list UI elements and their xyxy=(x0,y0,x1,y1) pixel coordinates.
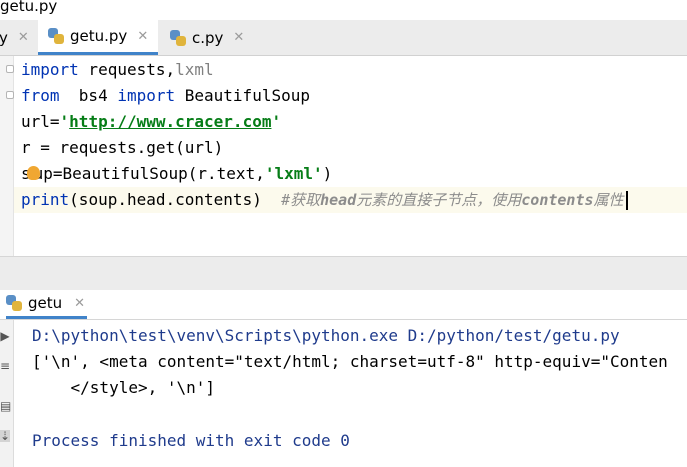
editor-tab-bar: y ✕ getu.py ✕ c.py ✕ xyxy=(0,20,687,56)
scroll-to-end-icon[interactable]: ⇣ xyxy=(0,430,10,442)
console-output-line: </style>, '\n'] xyxy=(32,378,216,397)
code-line: import requests,lxml xyxy=(21,60,214,79)
tab-partial[interactable]: y ✕ xyxy=(0,20,37,55)
console-exit-line: Process finished with exit code 0 xyxy=(32,431,350,450)
close-icon[interactable]: ✕ xyxy=(137,29,148,44)
window-title: getu.py xyxy=(0,0,58,15)
tab-c-py[interactable]: c.py ✕ xyxy=(160,20,255,55)
editor-gutter xyxy=(0,56,14,256)
console-toolbar: ▶ ≡ ▤ ⇣ xyxy=(0,320,14,467)
close-icon[interactable]: ✕ xyxy=(233,30,244,45)
text-caret xyxy=(625,191,628,210)
run-tool-window-header: getu ✕ xyxy=(0,290,687,320)
panel-splitter[interactable] xyxy=(0,256,687,290)
url-link[interactable]: http://www.cracer.com xyxy=(69,112,271,131)
fold-end-icon[interactable] xyxy=(6,91,14,99)
fold-start-icon[interactable] xyxy=(6,65,14,73)
console-command-line: D:\python\test\venv\Scripts\python.exe D… xyxy=(32,326,620,345)
code-line: s up=BeautifulSoup(r.text,'lxml') xyxy=(21,164,333,183)
close-icon[interactable]: ✕ xyxy=(74,296,85,311)
soft-wrap-icon[interactable]: ≡ xyxy=(0,360,10,372)
tab-label: c.py xyxy=(192,28,224,47)
code-line: from bs4 import BeautifulSoup xyxy=(21,86,310,105)
lightbulb-icon[interactable] xyxy=(26,165,40,180)
window-titlebar: getu.py xyxy=(0,0,687,20)
print-icon[interactable]: ▤ xyxy=(0,400,11,412)
tab-label: getu.py xyxy=(70,27,128,45)
tab-label: y xyxy=(0,28,8,47)
run-icon[interactable]: ▶ xyxy=(0,330,10,342)
console-output-line: ['\n', <meta content="text/html; charset… xyxy=(32,352,668,371)
run-console[interactable]: ▶ ≡ ▤ ⇣ D:\python\test\venv\Scripts\pyth… xyxy=(0,320,687,467)
close-icon[interactable]: ✕ xyxy=(18,30,29,45)
python-file-icon xyxy=(170,29,186,46)
run-tab-getu[interactable]: getu ✕ xyxy=(6,290,88,319)
code-line: r = requests.get(url) xyxy=(21,138,224,157)
python-file-icon xyxy=(48,28,64,44)
tab-getu-py[interactable]: getu.py ✕ xyxy=(38,20,158,55)
code-comment: #获取head元素的直接子节点，使用contents属性 xyxy=(281,191,624,209)
python-file-icon xyxy=(6,295,22,311)
code-line-current: print(soup.head.contents) #获取head元素的直接子节… xyxy=(14,187,687,213)
code-line: url='http://www.cracer.com' xyxy=(21,112,282,131)
run-tab-label: getu xyxy=(28,294,63,312)
code-editor[interactable]: import requests,lxml from bs4 import Bea… xyxy=(0,56,687,256)
